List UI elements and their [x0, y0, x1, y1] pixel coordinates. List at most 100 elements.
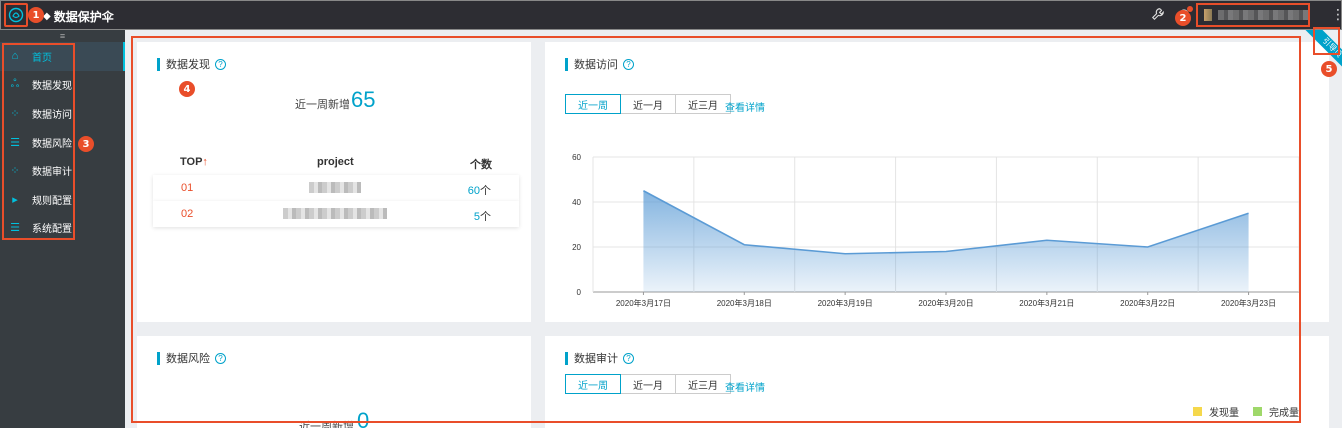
annotation-marker: 3: [78, 136, 94, 152]
data-point[interactable]: [640, 188, 646, 194]
legend-label: 发现量: [1209, 408, 1239, 419]
sidebar-item-3[interactable]: ☰ 数据风险: [0, 128, 125, 157]
col-count: 个数: [470, 159, 492, 171]
project-name-redacted: [309, 182, 361, 193]
list-icon: ☰: [10, 222, 20, 235]
access-card-title: 数据访问 ?: [565, 56, 634, 72]
y-tick-label: 60: [572, 153, 581, 162]
x-tick-label: 2020年3月23日: [1221, 298, 1276, 308]
sidebar-item-4[interactable]: ⁘ 数据审计: [0, 156, 125, 185]
area-fill: [643, 190, 1249, 292]
data-point[interactable]: [1145, 244, 1151, 250]
audit-title-text: 数据审计: [574, 353, 618, 365]
annotation-marker: 4: [179, 81, 195, 97]
sidebar-item-label: 首页: [32, 52, 52, 64]
x-tick-label: 2020年3月17日: [616, 298, 671, 308]
col-project: project: [317, 156, 354, 168]
x-tick-label: 2020年3月21日: [1019, 298, 1074, 308]
legend-swatch: [1193, 407, 1202, 416]
discovery-card: 数据发现 ? 近一周新增 65 TOP↑ project 个数 01 60个 0…: [137, 42, 531, 322]
audit-card: 数据审计 ? 近一周 近一月 近三月 查看详情 发现量 完成量: [545, 336, 1329, 428]
sidebar-nav: ⌂ 首页 ஃ 数据发现 ⁘ 数据访问 ☰ 数据风险 ⁘ 数据审计 ▸ 规则配置 ☰ 系统配置: [0, 42, 125, 242]
help-icon[interactable]: ?: [215, 352, 226, 364]
tab-three-months[interactable]: 近三月: [675, 94, 731, 114]
caret-right-icon: ▸: [12, 193, 18, 206]
col-top[interactable]: TOP↑: [180, 156, 208, 168]
x-tick-label: 2020年3月20日: [918, 298, 973, 308]
data-point[interactable]: [1044, 237, 1050, 243]
sidebar-item-0[interactable]: ⌂ 首页: [0, 42, 125, 71]
audit-icon: ⁘: [10, 165, 20, 178]
row-rank: 01: [181, 182, 194, 194]
hamburger-icon: ≡: [59, 31, 66, 41]
audit-card-title: 数据审计 ?: [565, 350, 634, 366]
sidebar-item-label: 数据发现: [32, 81, 72, 93]
risk-card: 数据风险 ? 近一周新增 0: [137, 336, 531, 428]
list-icon: ☰: [10, 136, 20, 149]
user-name-redacted: [1218, 10, 1308, 20]
app-title-text: 数据保护伞: [53, 10, 114, 24]
access-icon: ⁘: [10, 107, 20, 120]
app-title: ◆ 数据保护伞: [43, 8, 114, 25]
view-details-link[interactable]: 查看详情: [725, 379, 765, 394]
wrench-icon[interactable]: [1151, 7, 1167, 23]
tab-month[interactable]: 近一月: [620, 94, 676, 114]
legend-label: 完成量: [1269, 408, 1299, 419]
umbrella-logo-icon: ◆: [43, 11, 51, 22]
data-point[interactable]: [943, 249, 949, 255]
sidebar-collapse-toggle[interactable]: ≡: [0, 30, 125, 42]
sidebar-item-label: 数据风险: [32, 138, 72, 150]
legend-completed[interactable]: 完成量: [1253, 404, 1299, 419]
legend-found[interactable]: 发现量: [1193, 404, 1239, 419]
tab-three-months[interactable]: 近三月: [675, 374, 731, 394]
help-icon[interactable]: ?: [623, 352, 634, 364]
y-tick-label: 40: [572, 198, 581, 207]
access-area-chart: 0 20 40 60 2020年3月17日 2020年3月18日 2020年3月19日 202…: [572, 153, 1300, 308]
sidebar-item-6[interactable]: ☰ 系统配置: [0, 214, 125, 243]
row-count: 5个: [473, 211, 491, 223]
row-rank: 02: [181, 208, 194, 220]
discovery-title-text: 数据发现: [166, 59, 210, 71]
more-vertical-icon[interactable]: ⋮: [1331, 7, 1342, 21]
week-new-label: 近一周新增: [295, 99, 350, 111]
tab-week[interactable]: 近一周: [565, 374, 621, 394]
risk-week-new-label: 近一周新增: [299, 421, 354, 428]
data-point[interactable]: [1246, 210, 1252, 216]
user-account[interactable]: [1196, 3, 1310, 27]
y-tick-label: 0: [577, 288, 582, 297]
access-range-tabs: 近一周 近一月 近三月: [565, 94, 731, 114]
y-tick-label: 20: [572, 243, 581, 252]
sidebar-item-2[interactable]: ⁘ 数据访问: [0, 99, 125, 128]
main-content: 数据发现 ? 近一周新增 65 TOP↑ project 个数 01 60个 0…: [125, 30, 1342, 428]
avatar: [1204, 9, 1212, 21]
legend-swatch: [1253, 407, 1262, 416]
annotation-marker: 5: [1321, 61, 1337, 77]
data-point[interactable]: [842, 251, 848, 257]
sidebar-item-5[interactable]: ▸ 规则配置: [0, 185, 125, 214]
x-tick-label: 2020年3月19日: [818, 298, 873, 308]
x-tick-label: 2020年3月18日: [717, 298, 772, 308]
help-icon[interactable]: ?: [215, 58, 226, 70]
help-icon[interactable]: ?: [623, 58, 634, 70]
data-point[interactable]: [741, 242, 747, 248]
x-tick-label: 2020年3月22日: [1120, 298, 1175, 308]
week-new-value: 65: [351, 87, 376, 112]
project-name-redacted: [283, 208, 387, 219]
view-details-link[interactable]: 查看详情: [725, 99, 765, 114]
tab-week[interactable]: 近一周: [565, 94, 621, 114]
top-bar: ◆ 数据保护伞 ⋮: [0, 0, 1342, 30]
sidebar-item-label: 系统配置: [32, 224, 72, 236]
table-row[interactable]: 01 60个: [153, 175, 519, 201]
product-logo-icon[interactable]: [4, 3, 28, 27]
sidebar: ≡ ⌂ 首页 ஃ 数据发现 ⁘ 数据访问 ☰ 数据风险 ⁘ 数据审计 ▸ 规则配置 ☰ 系统配置: [0, 30, 125, 428]
access-title-text: 数据访问: [574, 59, 618, 71]
tab-month[interactable]: 近一月: [620, 374, 676, 394]
sort-arrow-up-icon: ↑: [202, 156, 208, 168]
discovery-card-title: 数据发现 ?: [157, 56, 226, 72]
discovery-icon: ஃ: [10, 77, 20, 90]
annotation-marker: 2: [1175, 10, 1191, 26]
access-card: 数据访问 ? 近一周 近一月 近三月 查看详情 0 20 40 60 2020年3月17…: [545, 42, 1329, 322]
sidebar-item-label: 数据访问: [32, 109, 72, 121]
table-row[interactable]: 02 5个: [153, 201, 519, 227]
sidebar-item-1[interactable]: ஃ 数据发现: [0, 71, 125, 100]
